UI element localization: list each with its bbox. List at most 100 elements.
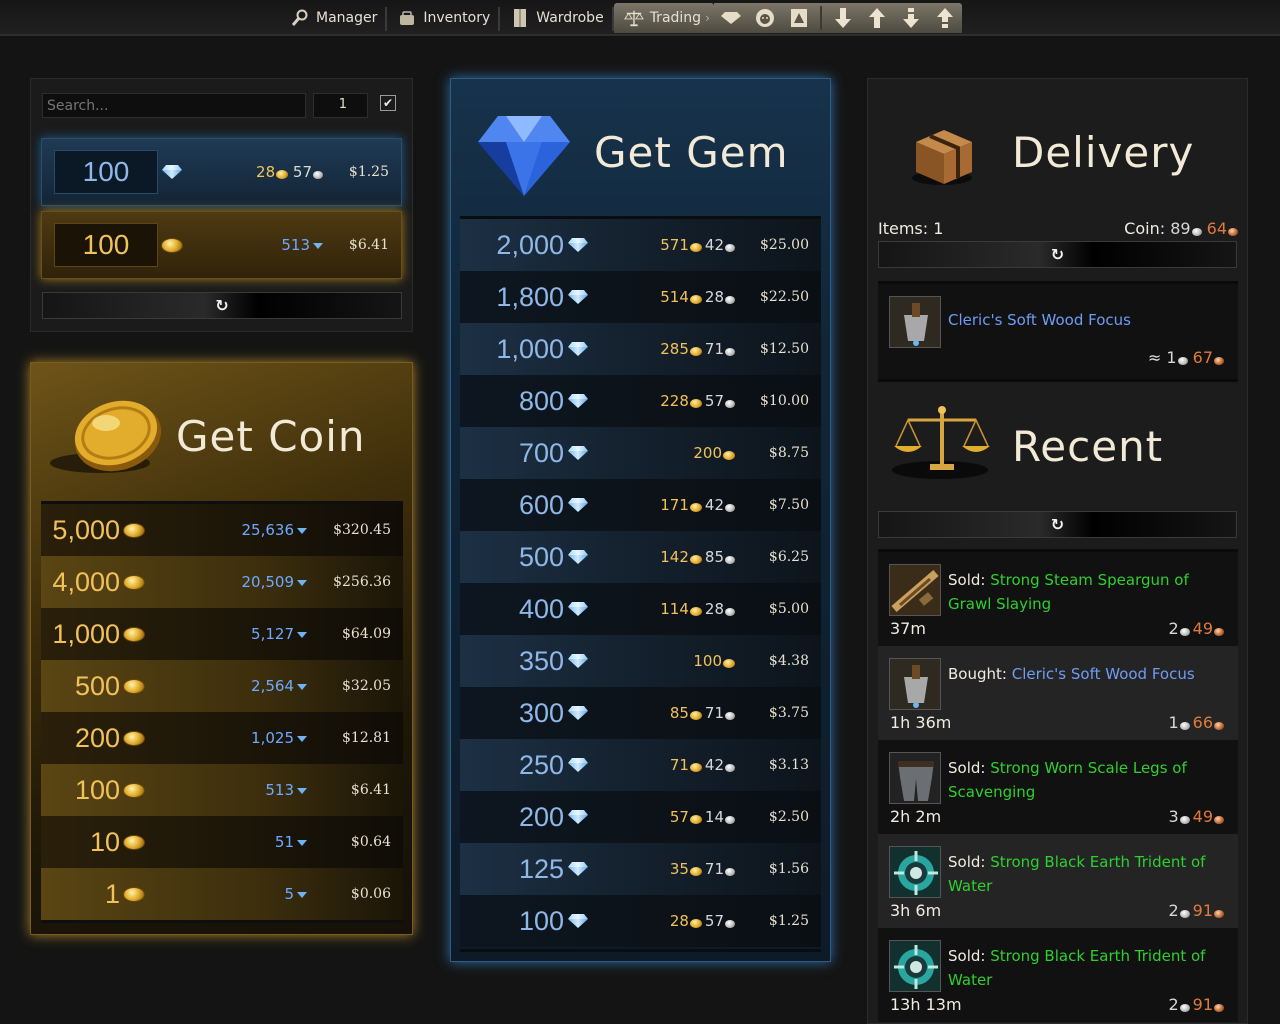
exchange-coin-row[interactable]: 100 513 $6.41 xyxy=(41,211,402,279)
coin-cost-cell: 100 xyxy=(693,652,735,670)
coin-amount-cell: 500 xyxy=(75,671,145,702)
gem-offer-row[interactable]: 600 171 42 $7.50 xyxy=(460,479,821,531)
copper-amount: 49 xyxy=(1192,807,1213,826)
gem-amount-cell: 700 xyxy=(519,438,588,469)
sell-listing-icon[interactable] xyxy=(782,3,816,33)
item-name[interactable]: Strong Worn Scale Legs of Scavenging xyxy=(948,759,1187,801)
gold-coin-icon xyxy=(689,295,702,304)
gem-offer-row[interactable]: 500 142 85 $6.25 xyxy=(460,531,821,583)
gold-amount: 35 xyxy=(669,860,689,878)
gem-offer-row[interactable]: 1,800 514 28 $22.50 xyxy=(460,271,821,323)
gem-amount-cell: 300 xyxy=(519,698,588,729)
gem-offer-row[interactable]: 100 28 57 $1.25 xyxy=(460,895,821,947)
item-name[interactable]: Strong Steam Speargun of Grawl Slaying xyxy=(948,571,1189,613)
item-name[interactable]: Strong Black Earth Trident of Water xyxy=(948,947,1205,989)
gem-offer-row[interactable]: 1,000 285 71 $12.50 xyxy=(460,323,821,375)
tab-trading[interactable]: Trading › xyxy=(613,3,714,33)
coin-offer-row[interactable]: 1 5 $0.06 xyxy=(41,868,403,920)
gem-amount: 2,000 xyxy=(496,229,564,260)
gem-offer-row[interactable]: 350 100 $4.38 xyxy=(460,635,821,687)
gold-amount: 514 xyxy=(660,288,689,306)
gold-coin-icon xyxy=(689,503,702,512)
silver-amount: 57 xyxy=(704,392,724,410)
gem-amount-input[interactable]: 100 xyxy=(54,150,158,194)
collect-down-icon[interactable] xyxy=(894,3,928,33)
recent-transactions-list: Sold: Strong Steam Speargun of Grawl Sla… xyxy=(878,549,1238,1024)
refresh-button[interactable]: ↻ xyxy=(42,292,402,319)
checkbox[interactable]: ✔ xyxy=(380,95,396,111)
recent-transaction-row[interactable]: Bought: Cleric's Soft Wood Focus 1h 36m 1 6… xyxy=(878,646,1238,740)
copper-coin-icon xyxy=(1214,910,1224,918)
silver-amount: 71 xyxy=(704,860,724,878)
gem-small-icon xyxy=(297,528,307,534)
down-arrow-icon[interactable] xyxy=(826,3,860,33)
gold-amount: 28 xyxy=(256,163,276,181)
focus-icon xyxy=(889,296,941,348)
coin-amount: 500 xyxy=(74,670,120,701)
recent-transaction-row[interactable]: Sold: Strong Black Earth Trident of Wate… xyxy=(878,834,1238,928)
price: $3.13 xyxy=(768,757,809,773)
gem-icon xyxy=(568,394,588,408)
recent-transaction-row[interactable]: Sold: Strong Steam Speargun of Grawl Sla… xyxy=(878,552,1238,646)
coin-offer-row[interactable]: 1,000 5,127 $64.09 xyxy=(41,608,403,660)
bag-icon xyxy=(397,8,417,28)
transaction-time: 2h 2m xyxy=(890,807,942,826)
coin-cost-cell: 142 85 xyxy=(660,548,735,566)
gem-cost-cell: 2,564 xyxy=(251,677,307,695)
gold-amount: 142 xyxy=(660,548,689,566)
coin-offer-row[interactable]: 4,000 20,509 $256.36 xyxy=(41,556,403,608)
gem-offer-row[interactable]: 250 71 42 $3.13 xyxy=(460,739,821,791)
coin-amount-input[interactable]: 100 xyxy=(54,223,158,267)
divider xyxy=(819,6,822,30)
exchange-gem-row[interactable]: 100 28 57 $1.25 xyxy=(41,138,402,206)
tab-manager[interactable]: Manager xyxy=(280,3,388,33)
gem-offer-row[interactable]: 125 35 71 $1.56 xyxy=(460,843,821,895)
tab-inventory[interactable]: Inventory xyxy=(387,3,501,33)
coin-amount-cell: 5,000 xyxy=(52,515,145,546)
gem-offer-row[interactable]: 300 85 71 $3.75 xyxy=(460,687,821,739)
delivery-item-value: ≈ 1 67 xyxy=(1130,348,1224,367)
gem-icon[interactable] xyxy=(714,3,748,33)
copper-coin-icon xyxy=(1214,722,1224,730)
item-name[interactable]: Strong Black Earth Trident of Water xyxy=(948,853,1205,895)
gem-icon xyxy=(568,498,588,512)
item-name[interactable]: Cleric's Soft Wood Focus xyxy=(1012,665,1195,683)
collect-up-icon[interactable] xyxy=(928,3,962,33)
gem-offer-row[interactable]: 2,000 571 42 $25.00 xyxy=(460,219,821,271)
delivery-item-name[interactable]: Cleric's Soft Wood Focus xyxy=(948,311,1131,329)
refresh-recent-button[interactable]: ↻ xyxy=(878,511,1237,538)
gem-offer-row[interactable]: 200 57 14 $2.50 xyxy=(460,791,821,843)
delivery-box-icon xyxy=(908,122,978,188)
tab-wardrobe[interactable]: Wardrobe xyxy=(500,3,615,33)
gem-amount: 200 xyxy=(518,801,564,832)
collect-delivery-button[interactable]: ↻ xyxy=(878,241,1237,268)
up-arrow-icon[interactable] xyxy=(860,3,894,33)
transaction-description: Sold: Strong Steam Speargun of Grawl Sla… xyxy=(948,571,1189,613)
recent-transaction-row[interactable]: Sold: Strong Worn Scale Legs of Scavengi… xyxy=(878,740,1238,834)
gem-small-icon xyxy=(297,840,307,846)
silver-amount: 28 xyxy=(704,288,724,306)
gem-icon xyxy=(568,342,588,356)
gem-offer-row[interactable]: 700 200 $8.75 xyxy=(460,427,821,479)
gold-amount: 285 xyxy=(660,340,689,358)
coin-offer-row[interactable]: 100 513 $6.41 xyxy=(41,764,403,816)
gem-cost: 20,509 xyxy=(241,573,295,591)
silver-coin-icon xyxy=(725,712,735,720)
trading-subnav xyxy=(713,3,962,33)
trident-icon xyxy=(889,940,941,992)
wardrobe-icon xyxy=(510,8,530,28)
refresh-icon: ↻ xyxy=(1050,515,1065,534)
silver-coin-icon xyxy=(1179,628,1190,636)
search-input[interactable] xyxy=(42,93,306,118)
lion-icon[interactable] xyxy=(748,3,782,33)
coin-offer-row[interactable]: 5,000 25,636 $320.45 xyxy=(41,504,403,556)
coin-offer-row[interactable]: 10 51 $0.64 xyxy=(41,816,403,868)
quantity-field[interactable]: 1 xyxy=(313,93,368,118)
gem-offer-row[interactable]: 800 228 57 $10.00 xyxy=(460,375,821,427)
coin-offer-row[interactable]: 200 1,025 $12.81 xyxy=(41,712,403,764)
silver-amount: 89 xyxy=(1170,219,1191,238)
coin-offer-row[interactable]: 500 2,564 $32.05 xyxy=(41,660,403,712)
recent-transaction-row[interactable]: Sold: Strong Black Earth Trident of Wate… xyxy=(878,928,1238,1022)
gem-offer-row[interactable]: 400 114 28 $5.00 xyxy=(460,583,821,635)
silver-coin-icon xyxy=(725,400,735,408)
